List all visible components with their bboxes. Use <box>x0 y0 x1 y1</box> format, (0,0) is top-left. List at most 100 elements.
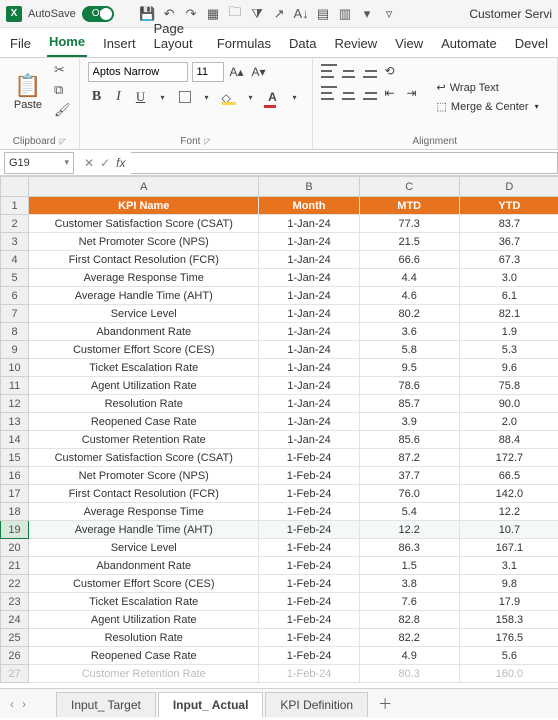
cell[interactable]: Ticket Escalation Rate <box>29 359 259 377</box>
column-header-C[interactable]: C <box>359 177 459 197</box>
align-center-icon[interactable] <box>341 86 357 100</box>
qat-pivot-icon[interactable]: ▥ <box>337 6 353 22</box>
font-color-button[interactable]: A <box>264 88 282 106</box>
cell[interactable]: 1-Jan-24 <box>259 413 359 431</box>
cell[interactable]: 82.1 <box>459 305 558 323</box>
cell[interactable]: Service Level <box>29 305 259 323</box>
cell[interactable]: Customer Effort Score (CES) <box>29 341 259 359</box>
cell[interactable]: 3.8 <box>359 575 459 593</box>
ribbon-tab-home[interactable]: Home <box>47 28 87 57</box>
cut-icon[interactable]: ✂ <box>54 62 71 78</box>
cell[interactable]: 9.5 <box>359 359 459 377</box>
orientation-icon[interactable]: ⟲ <box>381 62 399 80</box>
cell[interactable]: 75.8 <box>459 377 558 395</box>
cell[interactable]: YTD <box>459 197 558 215</box>
row-header[interactable]: 23 <box>1 593 29 611</box>
row-header[interactable]: 13 <box>1 413 29 431</box>
qat-more-icon[interactable]: ▿ <box>381 6 397 22</box>
cell[interactable]: 1-Feb-24 <box>259 485 359 503</box>
cell[interactable]: 1-Feb-24 <box>259 503 359 521</box>
cell[interactable]: Average Handle Time (AHT) <box>29 521 259 539</box>
cell[interactable]: 82.2 <box>359 629 459 647</box>
spreadsheet-grid[interactable]: ABCD 1KPI NameMonthMTDYTD2Customer Satis… <box>0 176 558 683</box>
select-all-corner[interactable] <box>1 177 29 197</box>
cell[interactable]: 9.6 <box>459 359 558 377</box>
cell[interactable]: Average Response Time <box>29 269 259 287</box>
decrease-font-icon[interactable]: A▾ <box>250 63 268 81</box>
cell[interactable]: 78.6 <box>359 377 459 395</box>
cell[interactable]: 1-Jan-24 <box>259 269 359 287</box>
cell[interactable]: 87.2 <box>359 449 459 467</box>
ribbon-tab-data[interactable]: Data <box>287 30 318 57</box>
cell[interactable]: First Contact Resolution (FCR) <box>29 485 259 503</box>
cell[interactable]: 3.9 <box>359 413 459 431</box>
cell[interactable]: Customer Retention Rate <box>29 665 259 683</box>
align-middle-icon[interactable] <box>341 64 357 78</box>
qat-folder-icon[interactable]: 🗀 <box>227 6 243 22</box>
row-header[interactable]: 24 <box>1 611 29 629</box>
cell[interactable]: 82.8 <box>359 611 459 629</box>
ribbon-tab-formulas[interactable]: Formulas <box>215 30 273 57</box>
cell[interactable]: Abandonment Rate <box>29 323 259 341</box>
cell[interactable]: 10.7 <box>459 521 558 539</box>
cell[interactable]: 90.0 <box>459 395 558 413</box>
formula-cancel-icon[interactable]: ✕ <box>84 156 94 170</box>
cell[interactable]: Reopened Case Rate <box>29 413 259 431</box>
cell[interactable]: 1-Feb-24 <box>259 449 359 467</box>
cell[interactable]: Month <box>259 197 359 215</box>
cell[interactable]: 176.5 <box>459 629 558 647</box>
cell[interactable]: 1-Jan-24 <box>259 431 359 449</box>
cell[interactable]: 142.0 <box>459 485 558 503</box>
cell[interactable]: 12.2 <box>459 503 558 521</box>
cell[interactable]: 1-Feb-24 <box>259 557 359 575</box>
cell[interactable]: 80.3 <box>359 665 459 683</box>
ribbon-tab-file[interactable]: File <box>8 30 33 57</box>
cell[interactable]: Customer Satisfaction Score (CSAT) <box>29 449 259 467</box>
cell[interactable]: Customer Retention Rate <box>29 431 259 449</box>
row-header[interactable]: 8 <box>1 323 29 341</box>
cell[interactable]: Ticket Escalation Rate <box>29 593 259 611</box>
row-header[interactable]: 12 <box>1 395 29 413</box>
cell[interactable]: First Contact Resolution (FCR) <box>29 251 259 269</box>
sheet-tab[interactable]: Input_ Target <box>56 692 156 717</box>
font-dialog-launcher-icon[interactable]: ◸ <box>204 137 210 146</box>
cell[interactable]: 1-Jan-24 <box>259 395 359 413</box>
row-header[interactable]: 22 <box>1 575 29 593</box>
cell[interactable]: 3.1 <box>459 557 558 575</box>
namebox-dropdown-icon[interactable]: ▾ <box>64 157 69 168</box>
cell[interactable]: 4.9 <box>359 647 459 665</box>
ribbon-tab-page-layout[interactable]: Page Layout <box>152 15 201 57</box>
formula-enter-icon[interactable]: ✓ <box>100 156 110 170</box>
column-header-D[interactable]: D <box>459 177 558 197</box>
format-painter-icon[interactable]: 🖌 <box>54 102 71 118</box>
cell[interactable]: 85.7 <box>359 395 459 413</box>
cell[interactable]: 36.7 <box>459 233 558 251</box>
cell[interactable]: Average Handle Time (AHT) <box>29 287 259 305</box>
cell[interactable]: 2.0 <box>459 413 558 431</box>
cell[interactable]: 17.9 <box>459 593 558 611</box>
font-name-combo[interactable] <box>88 62 188 82</box>
row-header[interactable]: 21 <box>1 557 29 575</box>
cell[interactable]: 158.3 <box>459 611 558 629</box>
cell[interactable]: 6.1 <box>459 287 558 305</box>
qat-dropdown-icon[interactable]: ▾ <box>359 6 375 22</box>
row-header[interactable]: 16 <box>1 467 29 485</box>
cell[interactable]: Net Promoter Score (NPS) <box>29 233 259 251</box>
align-top-icon[interactable] <box>321 64 337 78</box>
cell[interactable]: 1-Jan-24 <box>259 359 359 377</box>
cell[interactable]: 3.0 <box>459 269 558 287</box>
cell[interactable]: 1-Feb-24 <box>259 575 359 593</box>
cell[interactable]: Customer Effort Score (CES) <box>29 575 259 593</box>
fill-color-button[interactable]: ◇ <box>220 88 238 106</box>
cell[interactable]: 5.3 <box>459 341 558 359</box>
cell[interactable]: 1-Feb-24 <box>259 593 359 611</box>
row-header[interactable]: 4 <box>1 251 29 269</box>
cell[interactable]: 83.7 <box>459 215 558 233</box>
align-right-icon[interactable] <box>361 86 377 100</box>
cell[interactable]: 21.5 <box>359 233 459 251</box>
row-header[interactable]: 20 <box>1 539 29 557</box>
sheet-tab[interactable]: KPI Definition <box>265 692 368 717</box>
row-header[interactable]: 17 <box>1 485 29 503</box>
cell[interactable]: 1-Feb-24 <box>259 665 359 683</box>
cell[interactable]: 7.6 <box>359 593 459 611</box>
